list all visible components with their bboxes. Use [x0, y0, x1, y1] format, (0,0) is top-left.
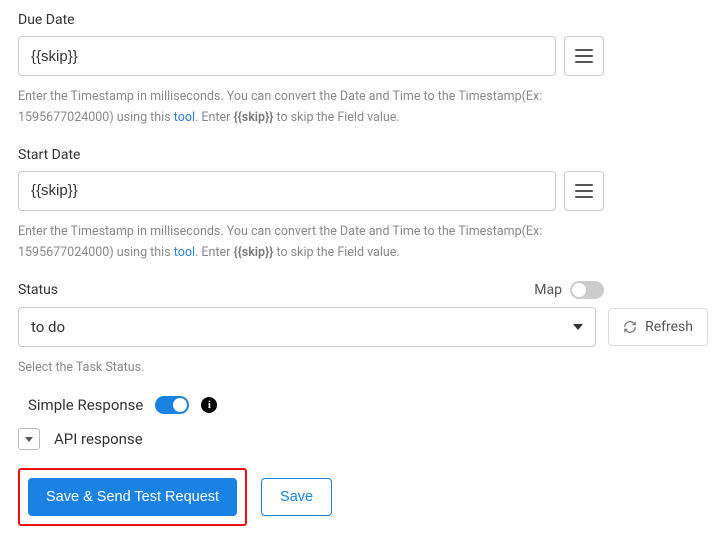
due-date-field: Due Date Enter the Timestamp in millisec…: [18, 12, 708, 129]
map-toggle[interactable]: [570, 281, 604, 299]
save-send-test-request-button[interactable]: Save & Send Test Request: [28, 478, 237, 516]
start-date-input[interactable]: [18, 171, 556, 211]
save-button[interactable]: Save: [261, 478, 332, 516]
status-help: Select the Task Status.: [18, 357, 604, 378]
refresh-label: Refresh: [645, 319, 693, 335]
status-label: Status: [18, 282, 58, 298]
status-select-value: to do: [31, 318, 65, 336]
start-date-options-button[interactable]: [564, 171, 604, 211]
hamburger-icon: [575, 184, 593, 198]
status-field: Status Map to do Refresh Select the Task…: [18, 281, 708, 378]
start-date-label: Start Date: [18, 147, 708, 163]
simple-response-row: Simple Response i: [28, 396, 708, 414]
status-select-row: to do Refresh: [18, 307, 708, 347]
due-date-tool-link[interactable]: tool: [174, 110, 195, 125]
start-date-help: Enter the Timestamp in milliseconds. You…: [18, 221, 604, 264]
due-date-input-row: [18, 36, 604, 76]
due-date-input[interactable]: [18, 36, 556, 76]
save-send-highlight: Save & Send Test Request: [18, 468, 247, 526]
start-date-input-row: [18, 171, 604, 211]
api-response-label: API response: [54, 430, 143, 448]
chevron-down-icon: [25, 437, 33, 442]
start-date-tool-link[interactable]: tool: [174, 245, 195, 260]
status-label-row: Status Map: [18, 281, 604, 299]
start-date-field: Start Date Enter the Timestamp in millis…: [18, 147, 708, 264]
due-date-help: Enter the Timestamp in milliseconds. You…: [18, 86, 604, 129]
hamburger-icon: [575, 49, 593, 63]
action-buttons-row: Save & Send Test Request Save: [18, 468, 708, 526]
simple-response-toggle[interactable]: [155, 396, 189, 414]
info-icon[interactable]: i: [201, 397, 217, 413]
due-date-options-button[interactable]: [564, 36, 604, 76]
api-response-row: API response: [18, 428, 708, 450]
due-date-label: Due Date: [18, 12, 708, 28]
status-map-wrap: Map: [534, 281, 604, 299]
chevron-down-icon: [573, 324, 583, 330]
map-label: Map: [534, 282, 562, 298]
refresh-button[interactable]: Refresh: [608, 308, 708, 346]
refresh-icon: [623, 320, 637, 334]
simple-response-label: Simple Response: [28, 396, 143, 414]
status-select[interactable]: to do: [18, 307, 596, 347]
api-response-expand-button[interactable]: [18, 428, 40, 450]
